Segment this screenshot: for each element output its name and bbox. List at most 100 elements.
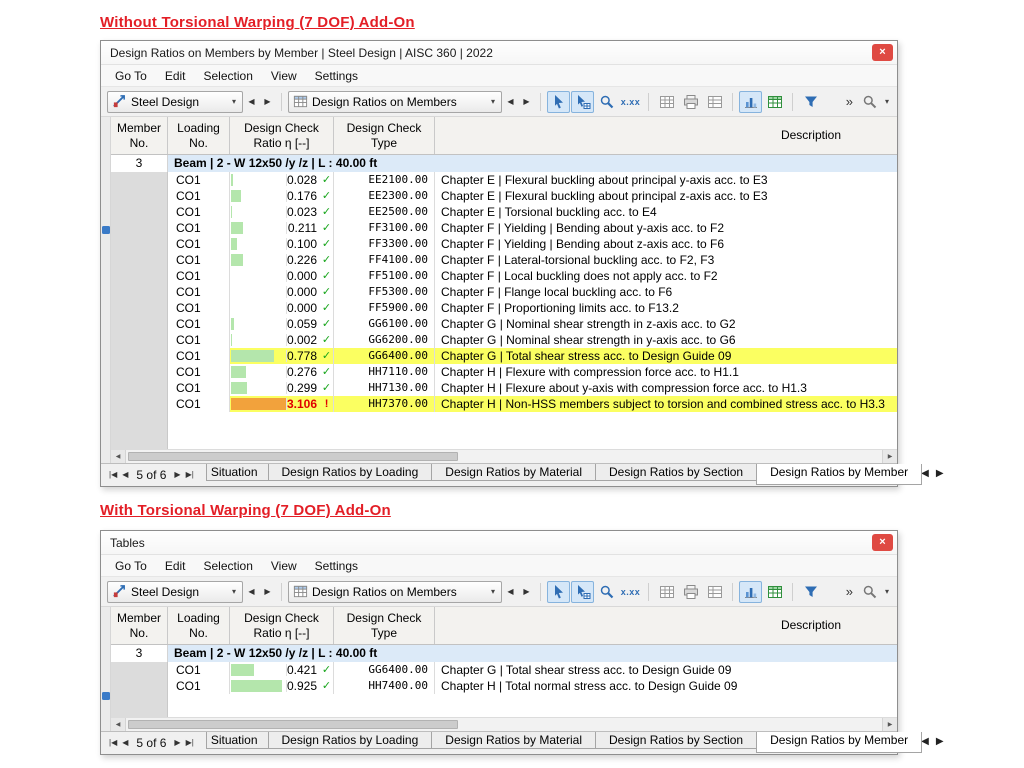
zoom-to-selection-icon[interactable]: [595, 581, 618, 603]
table-row[interactable]: CO1 3.106 ! HH7370.00 Chapter H | Non-HS…: [111, 396, 897, 412]
result-diagrams-icon[interactable]: [739, 91, 762, 113]
table-select-combo[interactable]: Design Ratios on Members ▾: [288, 91, 502, 113]
module-next-button[interactable]: ▶: [260, 92, 275, 112]
excel-export-icon[interactable]: [763, 91, 786, 113]
col-loading-no[interactable]: Loading No.: [168, 607, 230, 644]
decimal-places-icon[interactable]: x.xx: [619, 91, 642, 113]
scrollbar-thumb[interactable]: [128, 452, 458, 461]
tabs-scroll-right-icon[interactable]: ▶: [936, 468, 944, 479]
tabs-scroll-left-icon[interactable]: ◀: [921, 468, 929, 479]
table-row[interactable]: CO1 0.002 ✓ GG6200.00 Chapter G | Nomina…: [111, 332, 897, 348]
menu-view[interactable]: View: [262, 67, 306, 85]
toolbar-overflow-button[interactable]: »: [841, 584, 858, 599]
filter-icon[interactable]: [799, 581, 822, 603]
search-icon[interactable]: [859, 581, 882, 603]
sync-selection-icon[interactable]: [547, 581, 570, 603]
col-description[interactable]: Description: [435, 607, 897, 644]
col-design-check-type[interactable]: Design Check Type: [334, 117, 435, 154]
tab-situation[interactable]: Situation: [206, 732, 269, 749]
decimal-places-icon[interactable]: x.xx: [619, 581, 642, 603]
scroll-left-icon[interactable]: ◀: [111, 718, 126, 731]
table-prev-button[interactable]: ◀: [503, 582, 518, 602]
side-panel-icon[interactable]: [102, 221, 110, 239]
table-row[interactable]: CO1 0.421 ✓ GG6400.00 Chapter G | Total …: [111, 662, 897, 678]
menu-settings[interactable]: Settings: [306, 67, 367, 85]
close-icon[interactable]: ×: [872, 534, 893, 551]
menu-selection[interactable]: Selection: [195, 557, 262, 575]
col-member-no[interactable]: Member No.: [111, 607, 168, 644]
menu-view[interactable]: View: [262, 557, 306, 575]
table-row[interactable]: CO1 0.211 ✓ FF3100.00 Chapter F | Yieldi…: [111, 220, 897, 236]
tab-design-ratios-by-loading[interactable]: Design Ratios by Loading: [268, 464, 433, 481]
menu-go-to[interactable]: Go To: [106, 557, 156, 575]
toolbar-overflow-button[interactable]: »: [841, 94, 858, 109]
menu-edit[interactable]: Edit: [156, 67, 195, 85]
tab-design-ratios-by-loading[interactable]: Design Ratios by Loading: [268, 732, 433, 749]
pager-first-button[interactable]: |◀: [109, 470, 117, 479]
tabs-scroll-left-icon[interactable]: ◀: [921, 736, 929, 747]
pager-last-button[interactable]: ▶|: [186, 470, 194, 479]
tabs-scroll-right-icon[interactable]: ▶: [936, 736, 944, 747]
table-row[interactable]: CO1 0.000 ✓ FF5100.00 Chapter F | Local …: [111, 268, 897, 284]
select-in-graphic-icon[interactable]: [571, 91, 594, 113]
close-icon[interactable]: ×: [872, 44, 893, 61]
search-icon[interactable]: [859, 91, 882, 113]
module-prev-button[interactable]: ◀: [244, 582, 259, 602]
table-row[interactable]: CO1 0.059 ✓ GG6100.00 Chapter G | Nomina…: [111, 316, 897, 332]
zoom-to-selection-icon[interactable]: [595, 91, 618, 113]
table-view-icon[interactable]: [655, 91, 678, 113]
module-next-button[interactable]: ▶: [260, 582, 275, 602]
col-design-check-type[interactable]: Design Check Type: [334, 607, 435, 644]
table-row[interactable]: CO1 0.778 ✓ GG6400.00 Chapter G | Total …: [111, 348, 897, 364]
table-next-button[interactable]: ▶: [519, 582, 534, 602]
pager-next-button[interactable]: ▶: [174, 470, 180, 479]
result-diagrams-icon[interactable]: [739, 581, 762, 603]
table-select-combo[interactable]: Design Ratios on Members ▾: [288, 581, 502, 603]
member-group-row[interactable]: 3 Beam | 2 - W 12x50 /y /z | L : 40.00 f…: [111, 645, 897, 662]
table-row[interactable]: CO1 0.226 ✓ FF4100.00 Chapter F | Latera…: [111, 252, 897, 268]
table-view-icon[interactable]: [655, 581, 678, 603]
col-design-check-ratio[interactable]: Design Check Ratio η [--]: [230, 607, 334, 644]
tab-design-ratios-by-member[interactable]: Design Ratios by Member: [756, 464, 922, 485]
member-group-row[interactable]: 3 Beam | 2 - W 12x50 /y /z | L : 40.00 f…: [111, 155, 897, 172]
scroll-right-icon[interactable]: ▶: [882, 718, 897, 731]
module-combo[interactable]: Steel Design ▾: [107, 91, 243, 113]
horizontal-scrollbar[interactable]: ◀ ▶: [111, 717, 897, 731]
export-table-icon[interactable]: [703, 91, 726, 113]
select-in-graphic-icon[interactable]: [571, 581, 594, 603]
table-row[interactable]: CO1 0.276 ✓ HH7110.00 Chapter H | Flexur…: [111, 364, 897, 380]
table-row[interactable]: CO1 0.925 ✓ HH7400.00 Chapter H | Total …: [111, 678, 897, 694]
table-prev-button[interactable]: ◀: [503, 92, 518, 112]
print-icon[interactable]: [679, 581, 702, 603]
pager-prev-button[interactable]: ◀: [122, 738, 128, 747]
col-design-check-ratio[interactable]: Design Check Ratio η [--]: [230, 117, 334, 154]
pager-first-button[interactable]: |◀: [109, 738, 117, 747]
tab-design-ratios-by-section[interactable]: Design Ratios by Section: [595, 464, 757, 481]
col-description[interactable]: Description: [435, 117, 897, 154]
tab-design-ratios-by-section[interactable]: Design Ratios by Section: [595, 732, 757, 749]
excel-export-icon[interactable]: [763, 581, 786, 603]
module-combo[interactable]: Steel Design ▾: [107, 581, 243, 603]
menu-edit[interactable]: Edit: [156, 557, 195, 575]
scroll-left-icon[interactable]: ◀: [111, 450, 126, 463]
pager-last-button[interactable]: ▶|: [186, 738, 194, 747]
print-icon[interactable]: [679, 91, 702, 113]
module-prev-button[interactable]: ◀: [244, 92, 259, 112]
table-row[interactable]: CO1 0.000 ✓ FF5900.00 Chapter F | Propor…: [111, 300, 897, 316]
menu-selection[interactable]: Selection: [195, 67, 262, 85]
table-next-button[interactable]: ▶: [519, 92, 534, 112]
tab-design-ratios-by-material[interactable]: Design Ratios by Material: [431, 732, 596, 749]
col-loading-no[interactable]: Loading No.: [168, 117, 230, 154]
col-member-no[interactable]: Member No.: [111, 117, 168, 154]
filter-icon[interactable]: [799, 91, 822, 113]
table-row[interactable]: CO1 0.299 ✓ HH7130.00 Chapter H | Flexur…: [111, 380, 897, 396]
pager-next-button[interactable]: ▶: [174, 738, 180, 747]
tab-design-ratios-by-material[interactable]: Design Ratios by Material: [431, 464, 596, 481]
scrollbar-thumb[interactable]: [128, 720, 458, 729]
menu-go-to[interactable]: Go To: [106, 67, 156, 85]
sync-selection-icon[interactable]: [547, 91, 570, 113]
scroll-right-icon[interactable]: ▶: [882, 450, 897, 463]
table-row[interactable]: CO1 0.176 ✓ EE2300.00 Chapter E | Flexur…: [111, 188, 897, 204]
table-row[interactable]: CO1 0.023 ✓ EE2500.00 Chapter E | Torsio…: [111, 204, 897, 220]
side-panel-icon[interactable]: [102, 687, 110, 705]
